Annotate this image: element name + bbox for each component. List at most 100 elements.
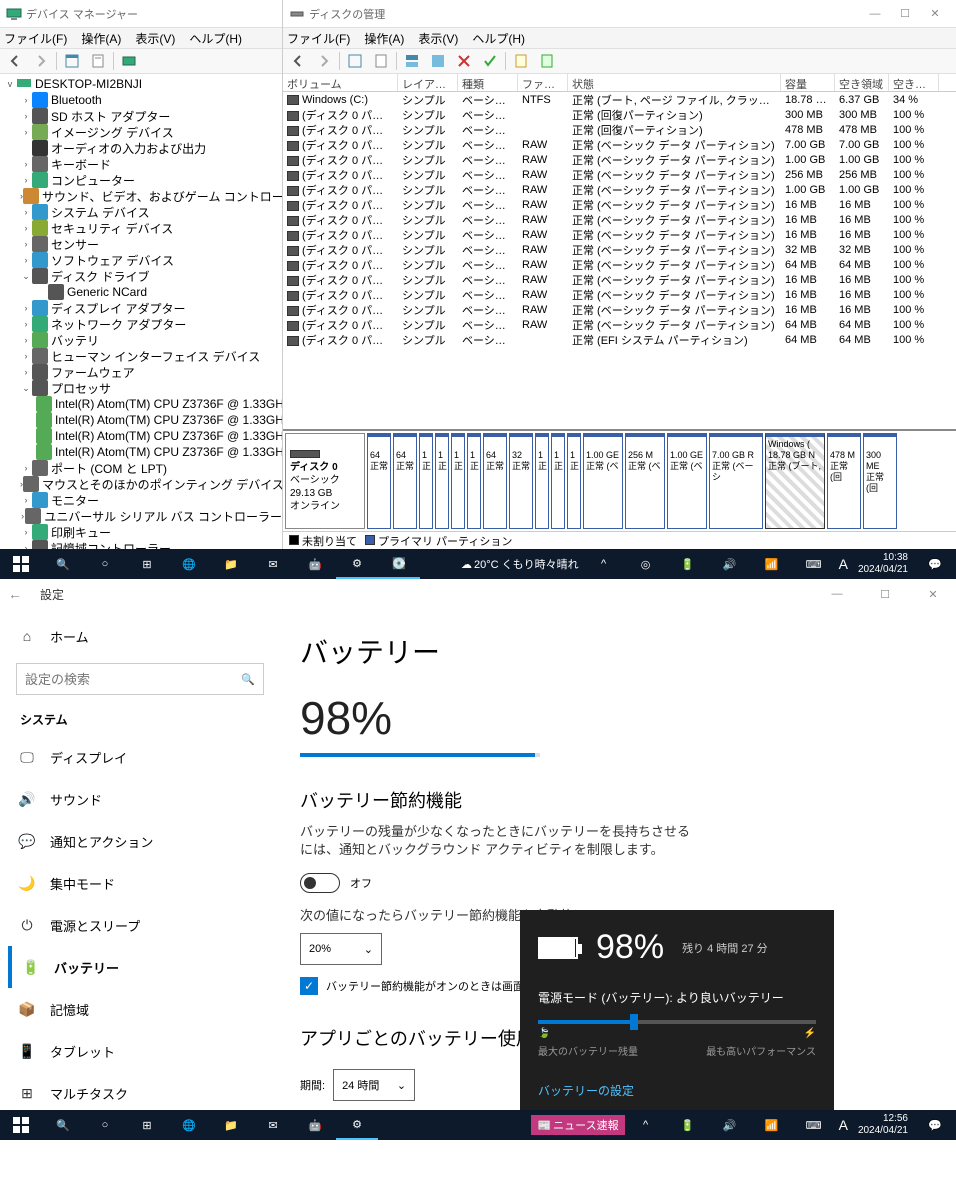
menu-file[interactable]: ファイル(F) bbox=[287, 30, 350, 47]
saver-toggle[interactable] bbox=[300, 873, 340, 893]
disk-partition[interactable]: Windows (18.78 GB N正常 (ブート, bbox=[765, 433, 825, 529]
sidebar-item[interactable]: 🌙集中モード bbox=[8, 862, 272, 904]
sidebar-item[interactable]: 💬通知とアクション bbox=[8, 820, 272, 862]
disk-partition[interactable]: 64正常 bbox=[483, 433, 507, 529]
start-button[interactable] bbox=[0, 1110, 42, 1140]
disk0-info[interactable]: ディスク 0 ベーシック 29.13 GB オンライン bbox=[285, 433, 365, 529]
battery-icon[interactable]: 🔋 bbox=[667, 549, 709, 579]
keyboard-icon[interactable]: ⌨ bbox=[793, 1110, 835, 1140]
dm-titlebar[interactable]: デバイス マネージャー bbox=[0, 0, 282, 28]
table-row[interactable]: (ディスク 0 パーティショ...シンプルベーシックRAW正常 (ベーシック デ… bbox=[283, 317, 956, 332]
sidebar-item[interactable]: 📦記憶域 bbox=[8, 988, 272, 1030]
location-icon[interactable]: ◎ bbox=[625, 549, 667, 579]
table-row[interactable]: (ディスク 0 パーティショ...シンプルベーシックRAW正常 (ベーシック デ… bbox=[283, 197, 956, 212]
tree-node[interactable]: Intel(R) Atom(TM) CPU Z3736F @ 1.33GHz bbox=[0, 444, 282, 460]
refresh-button[interactable] bbox=[370, 50, 392, 72]
tree-node[interactable]: ›システム デバイス bbox=[0, 204, 282, 220]
disk-partition[interactable]: 64正常 bbox=[367, 433, 391, 529]
tree-node[interactable]: ›サウンド、ビデオ、およびゲーム コントローラー bbox=[0, 188, 282, 204]
news-widget[interactable]: 📰 ニュース速報 bbox=[531, 1115, 624, 1135]
props-button[interactable] bbox=[510, 50, 532, 72]
disk-partition[interactable]: 64正常 bbox=[393, 433, 417, 529]
power-slider[interactable] bbox=[538, 1020, 816, 1024]
back-button[interactable] bbox=[4, 50, 26, 72]
view-button[interactable] bbox=[344, 50, 366, 72]
tree-node[interactable]: ›キーボード bbox=[0, 156, 282, 172]
battery-icon[interactable]: 🔋 bbox=[667, 1110, 709, 1140]
disk-partition[interactable]: 256 M正常 (ベ bbox=[625, 433, 665, 529]
notification-icon[interactable]: 💬 bbox=[914, 1110, 956, 1140]
menu-help[interactable]: ヘルプ(H) bbox=[189, 30, 242, 47]
taskbar-bottom[interactable]: 🔍 ○ ⊞ 🌐 📁 ✉ 🤖 ⚙ 📰 ニュース速報 ^ 🔋 🔊 📶 ⌨ A 12:… bbox=[0, 1110, 956, 1140]
sidebar-item[interactable]: ⊞マルチタスク bbox=[8, 1072, 272, 1114]
weather-widget[interactable]: ☁ 20°C くもり時々晴れ bbox=[457, 556, 583, 572]
disk-partition[interactable]: 300 ME正常 (回 bbox=[863, 433, 897, 529]
disk-partition[interactable]: 1正 bbox=[467, 433, 481, 529]
keyboard-icon[interactable]: ⌨ bbox=[793, 549, 835, 579]
dk-titlebar[interactable]: ディスクの管理 — ☐ ✕ bbox=[283, 0, 956, 28]
android-icon[interactable]: 🤖 bbox=[294, 1110, 336, 1140]
dim-checkbox[interactable]: ✓ bbox=[300, 977, 318, 995]
disk-partition[interactable]: 1正 bbox=[535, 433, 549, 529]
table-row[interactable]: (ディスク 0 パーティショ...シンプルベーシックRAW正常 (ベーシック デ… bbox=[283, 257, 956, 272]
table-row[interactable]: (ディスク 0 パーティショ...シンプルベーシックRAW正常 (ベーシック デ… bbox=[283, 287, 956, 302]
tree-node[interactable]: ›記憶域コントローラー bbox=[0, 540, 282, 549]
disk-partition[interactable]: 7.00 GB R正常 (ベーシ bbox=[709, 433, 763, 529]
tree-node[interactable]: ›ユニバーサル シリアル バス コントローラー bbox=[0, 508, 282, 524]
table-row[interactable]: (ディスク 0 パーティショ...シンプルベーシックRAW正常 (ベーシック デ… bbox=[283, 137, 956, 152]
tree-node[interactable]: ⌄プロセッサ bbox=[0, 380, 282, 396]
devmgr-task-icon[interactable]: ⚙ bbox=[336, 549, 378, 579]
settings-task-icon[interactable]: ⚙ bbox=[336, 1110, 378, 1140]
battery-settings-link[interactable]: バッテリーの設定 bbox=[538, 1082, 816, 1099]
view-button[interactable] bbox=[61, 50, 83, 72]
cortana-button[interactable]: ○ bbox=[84, 1110, 126, 1140]
cortana-button[interactable]: ○ bbox=[84, 549, 126, 579]
tree-node[interactable]: Intel(R) Atom(TM) CPU Z3736F @ 1.33GHz bbox=[0, 396, 282, 412]
volume-table-header[interactable]: ボリューム レイアウト 種類 ファイル ... 状態 容量 空き領域 空き領..… bbox=[283, 74, 956, 92]
tree-node[interactable]: ›ファームウェア bbox=[0, 364, 282, 380]
table-row[interactable]: (ディスク 0 パーティショ...シンプルベーシックRAW正常 (ベーシック デ… bbox=[283, 182, 956, 197]
notification-icon[interactable]: 💬 bbox=[914, 549, 956, 579]
tree-node[interactable]: ›ネットワーク アダプター bbox=[0, 316, 282, 332]
sidebar-item[interactable]: 📱タブレット bbox=[8, 1030, 272, 1072]
table-row[interactable]: (ディスク 0 パーティショ...シンプルベーシック正常 (回復パーティション)… bbox=[283, 122, 956, 137]
sidebar-item[interactable]: 🖵ディスプレイ bbox=[8, 736, 272, 778]
sidebar-item[interactable]: 🔊サウンド bbox=[8, 778, 272, 820]
tree-node[interactable]: ›イメージング デバイス bbox=[0, 124, 282, 140]
disk-partition[interactable]: 32正常 bbox=[509, 433, 533, 529]
table-row[interactable]: (ディスク 0 パーティショ...シンプルベーシック正常 (回復パーティション)… bbox=[283, 107, 956, 122]
tree-root[interactable]: vDESKTOP-MI2BNJI bbox=[0, 76, 282, 92]
menu-help[interactable]: ヘルプ(H) bbox=[472, 30, 525, 47]
clock[interactable]: 12:562024/04/21 bbox=[852, 1113, 914, 1137]
back-button[interactable]: ← bbox=[8, 586, 22, 602]
table-row[interactable]: (ディスク 0 パーティショ...シンプルベーシックRAW正常 (ベーシック デ… bbox=[283, 227, 956, 242]
search-input[interactable] bbox=[25, 672, 241, 687]
tree-node[interactable]: ›モニター bbox=[0, 492, 282, 508]
settings-search[interactable]: 🔍 bbox=[16, 663, 264, 695]
wifi-icon[interactable]: 📶 bbox=[751, 1110, 793, 1140]
table-row[interactable]: (ディスク 0 パーティショ...シンプルベーシック正常 (EFI システム パ… bbox=[283, 332, 956, 347]
table-row[interactable]: (ディスク 0 パーティショ...シンプルベーシックRAW正常 (ベーシック デ… bbox=[283, 212, 956, 227]
wifi-icon[interactable]: 📶 bbox=[751, 549, 793, 579]
sidebar-item[interactable]: ⏻電源とスリープ bbox=[8, 904, 272, 946]
tree-node[interactable]: オーディオの入力および出力 bbox=[0, 140, 282, 156]
back-button[interactable] bbox=[287, 50, 309, 72]
forward-button[interactable] bbox=[313, 50, 335, 72]
table-row[interactable]: (ディスク 0 パーティショ...シンプルベーシックRAW正常 (ベーシック デ… bbox=[283, 272, 956, 287]
minimize-button[interactable]: — bbox=[860, 3, 890, 25]
tree-node[interactable]: ›マウスとそのほかのポインティング デバイス bbox=[0, 476, 282, 492]
settings-titlebar[interactable]: ← 設定 — ☐ ✕ bbox=[0, 579, 956, 609]
maximize-button[interactable]: ☐ bbox=[890, 3, 920, 25]
disk-partition[interactable]: 1正 bbox=[567, 433, 581, 529]
diskmgmt-task-icon[interactable]: 💽 bbox=[378, 549, 420, 579]
disk-partition[interactable]: 1.00 GE正常 (ベ bbox=[583, 433, 623, 529]
menu-action[interactable]: 操作(A) bbox=[364, 30, 404, 47]
taskbar-top[interactable]: 🔍 ○ ⊞ 🌐 📁 ✉ 🤖 ⚙ 💽 ☁ 20°C くもり時々晴れ ^ ◎ 🔋 🔊… bbox=[0, 549, 956, 579]
tree-node[interactable]: ⌄ディスク ドライブ bbox=[0, 268, 282, 284]
clock[interactable]: 10:382024/04/21 bbox=[852, 552, 914, 576]
volume-icon[interactable]: 🔊 bbox=[709, 549, 751, 579]
menu-view[interactable]: 表示(V) bbox=[135, 30, 175, 47]
table-row[interactable]: Windows (C:)シンプルベーシックNTFS正常 (ブート, ページ ファ… bbox=[283, 92, 956, 107]
table-row[interactable]: (ディスク 0 パーティショ...シンプルベーシックRAW正常 (ベーシック デ… bbox=[283, 152, 956, 167]
mail-icon[interactable]: ✉ bbox=[252, 549, 294, 579]
